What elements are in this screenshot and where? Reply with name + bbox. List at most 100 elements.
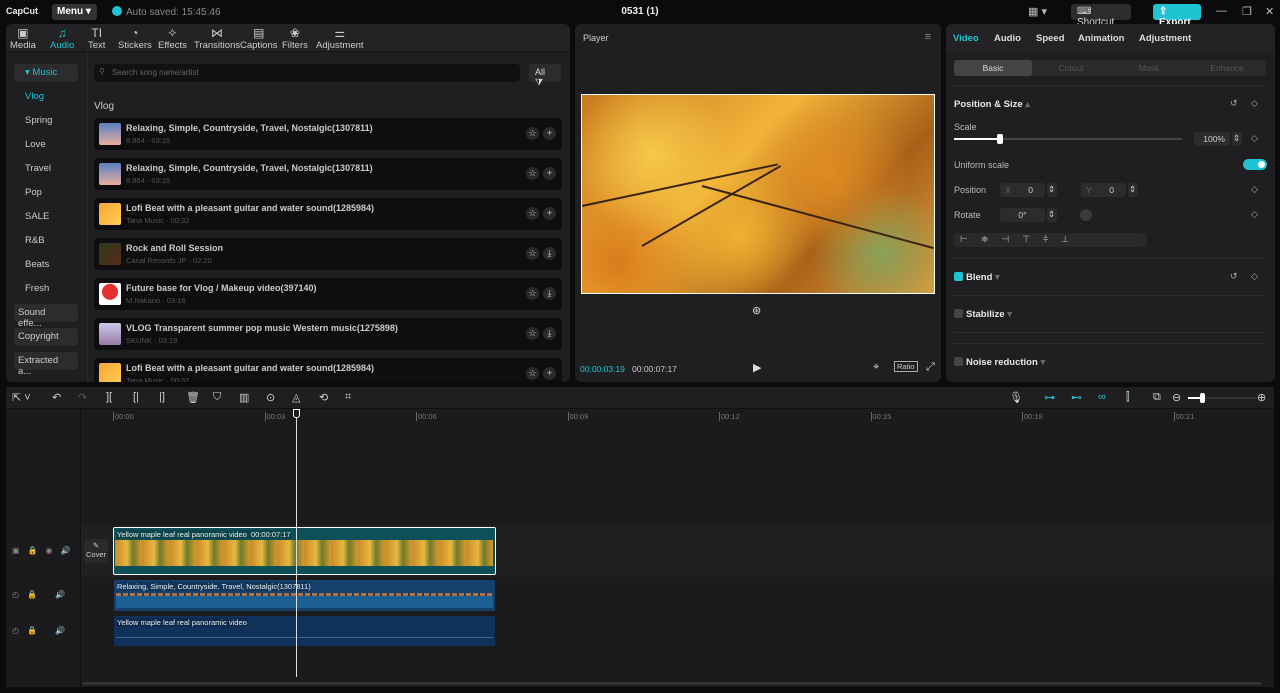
freeze-icon[interactable]: ▥ xyxy=(239,391,249,404)
favorite-icon[interactable]: ☆ xyxy=(526,207,539,220)
sidebar-item[interactable]: Beats xyxy=(14,256,78,274)
split-icon[interactable]: ][ xyxy=(106,391,112,403)
favorite-icon[interactable]: ☆ xyxy=(526,287,539,300)
shortcut-button[interactable]: ⌨ Shortcut xyxy=(1071,4,1131,28)
fullscreen-icon[interactable]: ⤢ xyxy=(926,361,935,374)
zoom-out-icon[interactable]: ⊖ xyxy=(1172,391,1181,404)
align-buttons[interactable]: ⊢≑⊣⊤⫩⊥ xyxy=(954,233,1146,247)
sidebar-item[interactable]: Vlog xyxy=(14,88,78,106)
playhead-handle[interactable] xyxy=(293,409,300,418)
microphone-icon[interactable]: 🎙 xyxy=(1009,391,1023,404)
sidebar-item[interactable]: Love xyxy=(14,136,78,154)
subtab-enhance[interactable]: Enhance xyxy=(1188,63,1266,73)
restore-icon[interactable]: ❐ xyxy=(1242,5,1252,18)
reset-icon[interactable]: ↺ xyxy=(1230,98,1238,109)
stabilize-heading[interactable]: Stabilize ▾ xyxy=(954,309,1012,320)
video-track-controls[interactable]: ▣🔒◉🔊 xyxy=(12,546,78,555)
reverse-icon[interactable]: ⊙ xyxy=(266,391,275,404)
tab-video[interactable]: Video xyxy=(953,33,979,44)
redo-icon[interactable]: ↷ xyxy=(78,391,87,404)
minimize-icon[interactable]: — xyxy=(1216,5,1227,17)
split-left-icon[interactable]: [| xyxy=(133,391,139,403)
keyframe-icon[interactable]: ◇ xyxy=(1251,271,1258,282)
download-icon[interactable]: ⤓ xyxy=(543,287,556,300)
thumbnail-icon[interactable]: ⧉ xyxy=(1153,391,1161,404)
preview-axis-icon[interactable]: ⫿ xyxy=(1126,391,1130,404)
subtab-cutout[interactable]: Cutout xyxy=(1032,63,1110,73)
scale-input[interactable]: 100% xyxy=(1194,132,1230,146)
sidebar-item[interactable]: R&B xyxy=(14,232,78,250)
download-icon[interactable]: ⤓ xyxy=(543,247,556,260)
x-stepper[interactable]: ⇕ xyxy=(1047,183,1057,197)
add-icon[interactable]: + xyxy=(543,367,556,380)
noise-heading[interactable]: Noise reduction ▾ xyxy=(954,357,1045,368)
song-item[interactable]: Lofi Beat with a pleasant guitar and wat… xyxy=(94,358,562,382)
rotate-icon[interactable]: ⟲ xyxy=(319,391,328,404)
playhead[interactable] xyxy=(293,409,300,677)
favorite-icon[interactable]: ☆ xyxy=(526,367,539,380)
zoom-fit-icon[interactable]: ⌖ xyxy=(873,361,879,374)
time-ruler[interactable]: 00:00 00:03 00:06 00:09 00:12 00:15 00:18 00:21 xyxy=(6,409,1274,423)
tab-effects[interactable]: ✧ Effects xyxy=(158,26,187,51)
sidebar-item[interactable]: Pop xyxy=(14,184,78,202)
tab-captions[interactable]: ▤ Captions xyxy=(240,26,278,51)
select-tool-icon[interactable]: ⇱ ˅ xyxy=(12,391,31,404)
close-icon[interactable]: ✕ xyxy=(1265,5,1274,18)
position-x-input[interactable]: X0 xyxy=(1000,183,1045,197)
sidebar-item[interactable]: Travel xyxy=(14,160,78,178)
blend-checkbox[interactable] xyxy=(954,272,963,281)
tab-media[interactable]: ▣ Media xyxy=(10,26,36,51)
favorite-icon[interactable]: ☆ xyxy=(526,327,539,340)
sidebar-item[interactable]: SALE xyxy=(14,208,78,226)
favorite-icon[interactable]: ☆ xyxy=(526,167,539,180)
tab-audio[interactable]: Audio xyxy=(994,33,1021,44)
sidebar-item[interactable]: ▾ Music xyxy=(14,64,78,82)
tab-audio[interactable]: ♫ Audio xyxy=(50,26,74,51)
zoom-in-icon[interactable]: ⊕ xyxy=(1257,391,1266,404)
audio-clip[interactable]: Relaxing, Simple, Countryside, Travel, N… xyxy=(114,580,495,611)
add-icon[interactable]: + xyxy=(543,127,556,140)
auto-snap-icon[interactable]: ⊷ xyxy=(1071,391,1082,404)
horizontal-scrollbar[interactable] xyxy=(82,682,1262,685)
tab-text[interactable]: TI Text xyxy=(88,26,105,51)
cover-button[interactable]: ✎ Cover xyxy=(84,539,108,563)
blend-heading[interactable]: Blend ▾ xyxy=(954,272,1000,283)
zoom-slider[interactable] xyxy=(1188,393,1258,403)
undo-icon[interactable]: ↶ xyxy=(52,391,61,404)
scale-slider[interactable] xyxy=(954,134,1182,144)
sidebar-item[interactable]: Extracted a... xyxy=(14,352,78,377)
noise-checkbox[interactable] xyxy=(954,357,963,366)
keyframe-icon[interactable]: ◇ xyxy=(1251,209,1258,220)
uniform-scale-toggle[interactable] xyxy=(1243,159,1267,170)
rotate-handle-icon[interactable]: ⊛ xyxy=(752,304,761,317)
audio-track-controls[interactable]: ◴🔒 🔊 xyxy=(12,590,73,599)
sidebar-item[interactable]: Fresh xyxy=(14,280,78,298)
subtab-basic[interactable]: Basic xyxy=(954,60,1032,76)
split-right-icon[interactable]: |] xyxy=(159,391,165,403)
sidebar-item[interactable]: Sound effe... xyxy=(14,304,78,329)
favorite-icon[interactable]: ☆ xyxy=(526,127,539,140)
rotate-stepper[interactable]: ⇕ xyxy=(1047,208,1057,222)
audio-track-controls[interactable]: ◴🔒 🔊 xyxy=(12,626,73,635)
sidebar-item[interactable]: Copyright xyxy=(14,328,78,346)
scale-handle[interactable] xyxy=(996,134,1003,144)
linkage-icon[interactable]: ∞ xyxy=(1098,391,1106,403)
zoom-handle[interactable] xyxy=(1200,393,1205,403)
tab-adjustment[interactable]: ⚌ Adjustment xyxy=(316,26,364,51)
search-input[interactable]: ⚲ Search song name/artist xyxy=(94,64,520,82)
mirror-icon[interactable]: ◬ xyxy=(292,391,300,404)
menu-icon[interactable]: ≡ xyxy=(925,31,931,43)
tab-transitions[interactable]: ⋈ Transitions xyxy=(194,26,240,51)
keyframe-icon[interactable]: ◇ xyxy=(1251,98,1258,109)
tab-stickers[interactable]: ◔ Stickers xyxy=(118,26,152,51)
rotate-input[interactable]: 0° xyxy=(1000,208,1045,222)
scale-stepper[interactable]: ⇕ xyxy=(1232,132,1242,146)
song-item[interactable]: Rock and Roll Session Canal Records JP · … xyxy=(94,238,562,270)
play-icon[interactable]: ▶ xyxy=(753,361,761,374)
video-clip[interactable]: Yellow maple leaf real panoramic video 0… xyxy=(113,527,496,575)
add-icon[interactable]: + xyxy=(543,167,556,180)
rotate-dial[interactable] xyxy=(1080,209,1092,221)
ratio-button[interactable]: Ratio xyxy=(894,361,918,372)
favorite-icon[interactable]: ☆ xyxy=(526,247,539,260)
tab-filters[interactable]: ❀ Filters xyxy=(282,26,308,51)
